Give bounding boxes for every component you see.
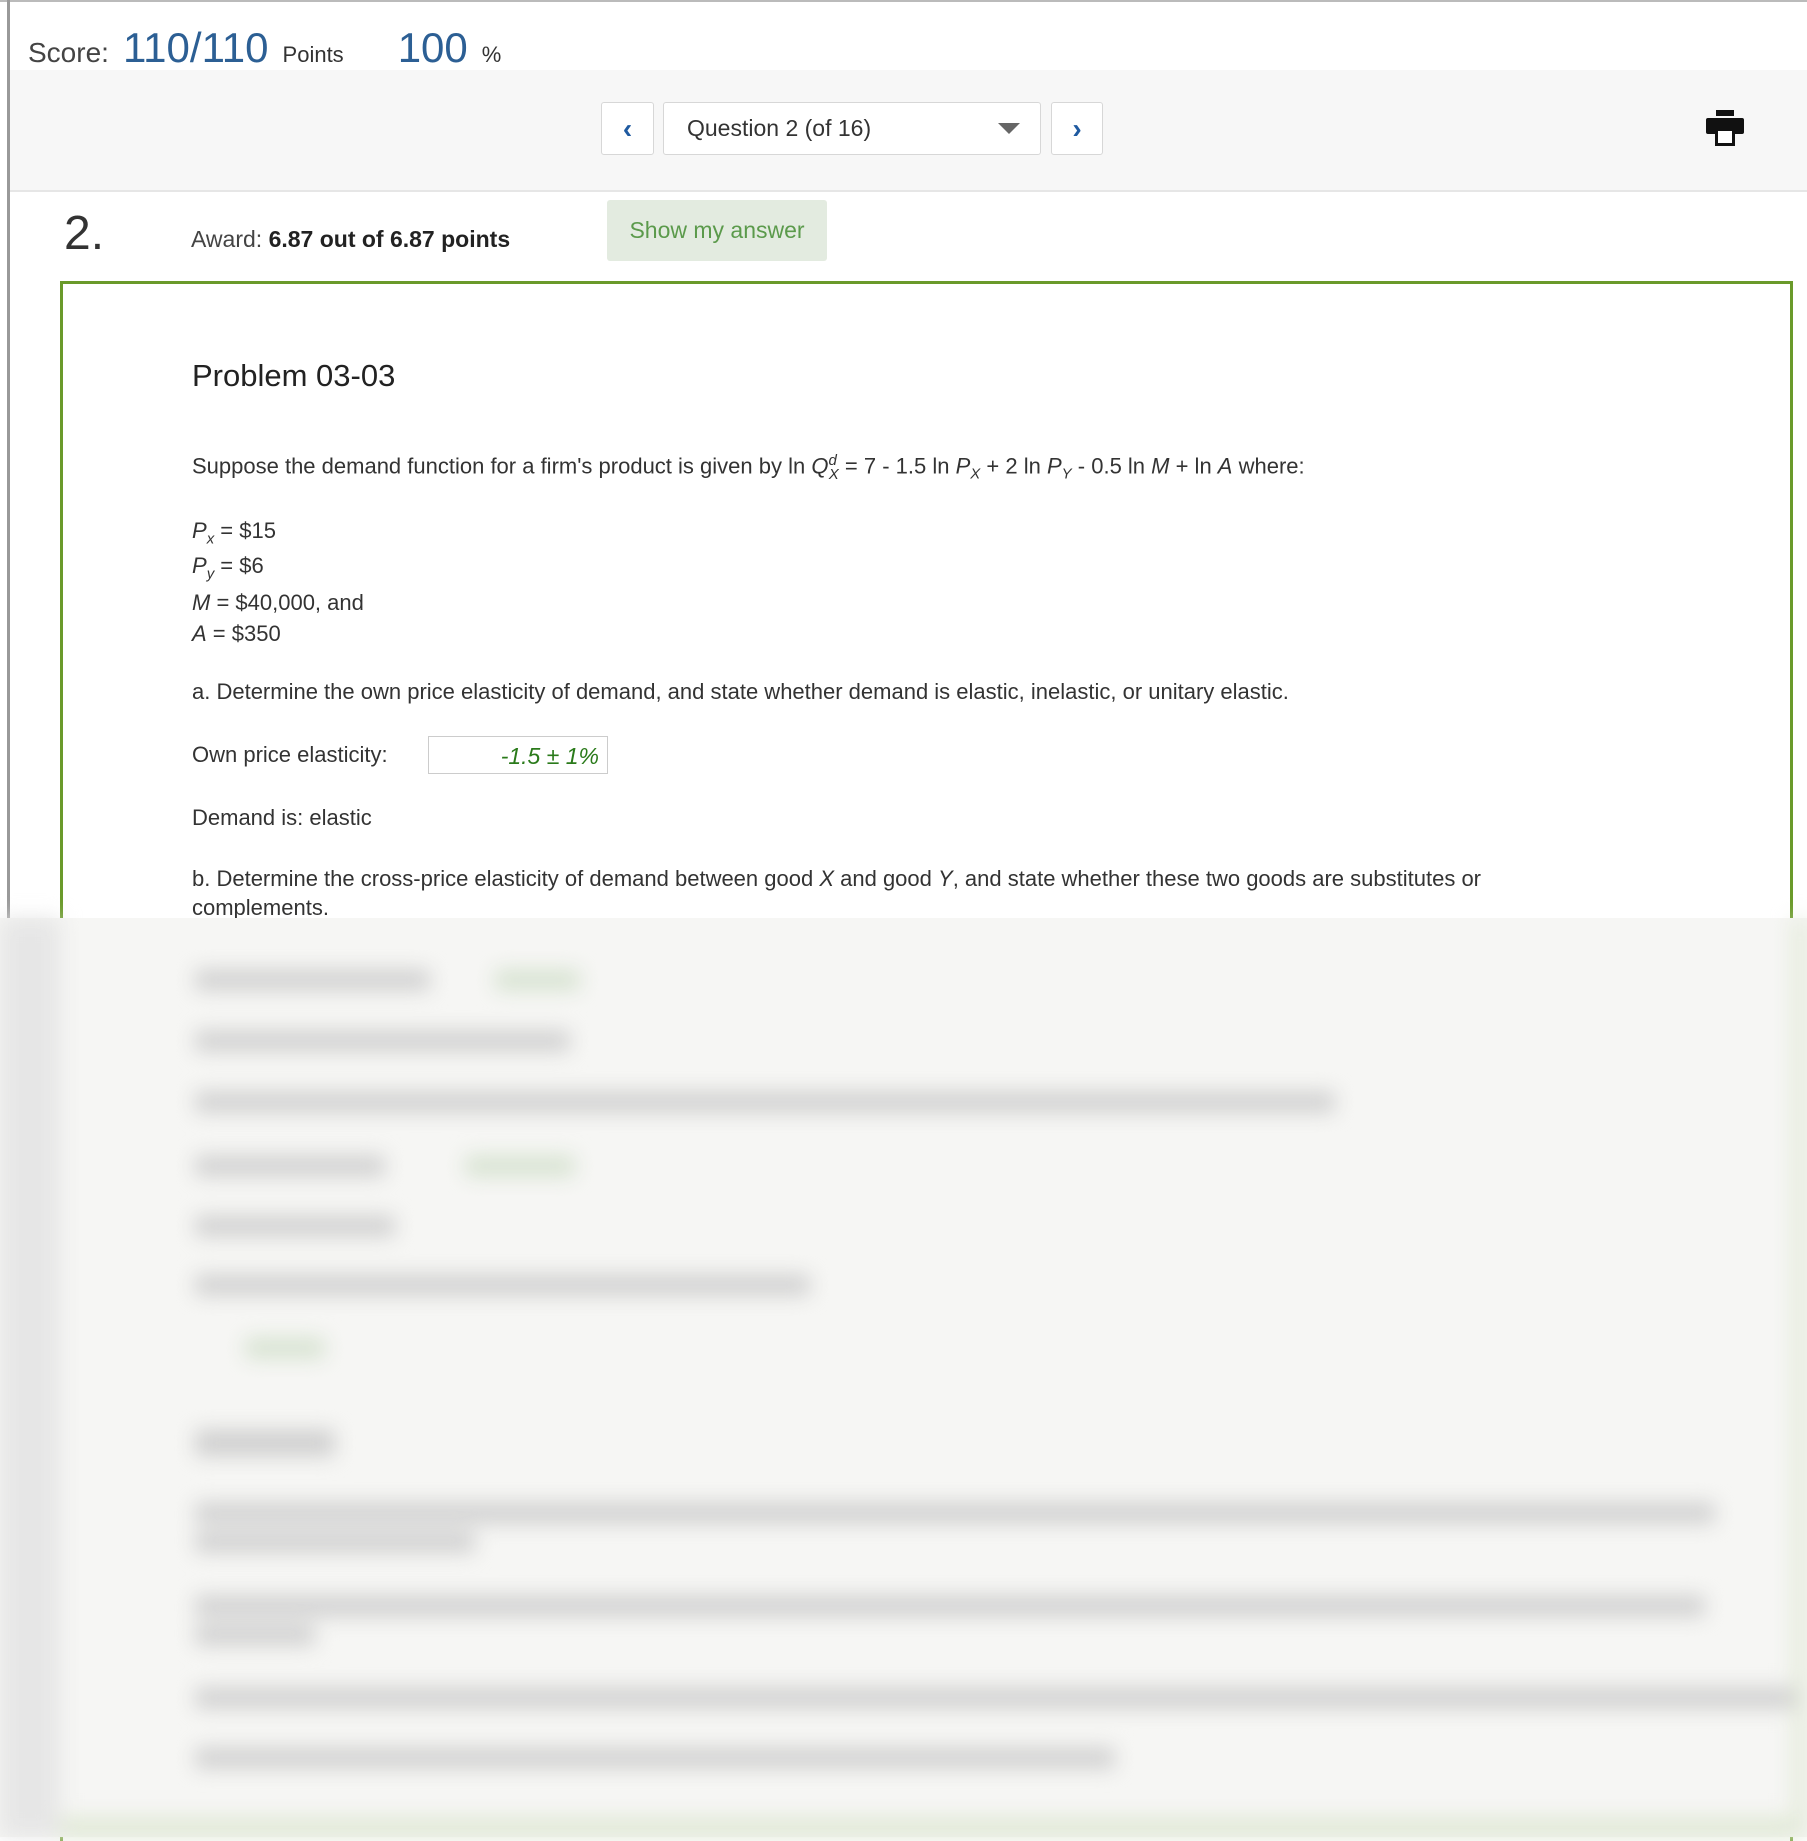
score-label: Score: xyxy=(28,37,109,68)
chevron-left-icon: ‹ xyxy=(622,112,633,144)
problem-intro: Suppose the demand function for a firm's… xyxy=(192,452,1305,483)
points-label: Points xyxy=(282,42,344,67)
award-text: Award: 6.87 out of 6.87 points xyxy=(191,226,510,253)
problem-title: Problem 03-03 xyxy=(192,358,396,393)
award-value: 6.87 out of 6.87 points xyxy=(268,226,511,252)
printer-icon xyxy=(1706,110,1744,146)
part-a-text: a. Determine the own price elasticity of… xyxy=(192,679,1289,704)
question-number: 2. xyxy=(64,207,105,260)
top-border xyxy=(0,0,1807,2)
given-px: Px = $15 xyxy=(192,518,276,548)
award-label: Award: xyxy=(191,226,263,252)
demand-is-text: Demand is: elastic xyxy=(192,805,372,830)
chevron-right-icon: › xyxy=(1072,112,1082,144)
part-b-text: b. Determine the cross-price elasticity … xyxy=(192,866,1481,891)
print-button[interactable] xyxy=(1706,110,1744,151)
percent-sign: % xyxy=(481,42,502,67)
score-summary: Score: 110/110 Points 100 % xyxy=(28,24,501,72)
given-m: M = $40,000, and xyxy=(192,590,364,615)
given-a: A = $350 xyxy=(192,621,281,646)
caret-down-icon xyxy=(998,123,1020,134)
question-select-value: Question 2 (of 16) xyxy=(687,115,872,141)
next-question-button[interactable]: › xyxy=(1051,102,1103,155)
blurred-content xyxy=(0,918,1807,1837)
prev-question-button[interactable]: ‹ xyxy=(601,102,654,155)
percent-value: 100 xyxy=(397,24,468,71)
given-py: Py = $6 xyxy=(192,553,264,583)
own-price-answer-field[interactable]: -1.5 ± 1% xyxy=(428,736,608,774)
question-select[interactable]: Question 2 (of 16) xyxy=(663,102,1041,155)
own-price-label: Own price elasticity: xyxy=(192,742,388,767)
show-my-answer-button[interactable]: Show my answer xyxy=(607,200,827,261)
score-value: 110/110 xyxy=(122,24,269,71)
